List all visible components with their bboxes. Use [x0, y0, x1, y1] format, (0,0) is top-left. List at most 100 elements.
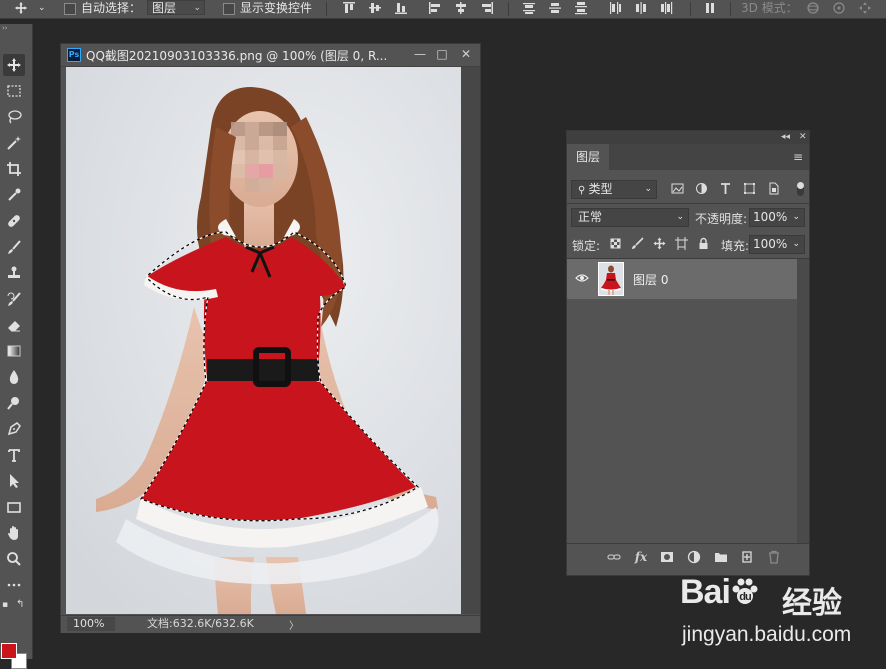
distribute-top-icon[interactable]: [522, 1, 536, 15]
zoom-tool[interactable]: [3, 548, 25, 570]
foreground-color-swatch[interactable]: [1, 643, 17, 659]
layer-thumbnail: [598, 262, 624, 296]
align-top-icon[interactable]: [342, 1, 356, 15]
fill-field[interactable]: 100% ⌄: [749, 235, 805, 254]
close-panel-icon[interactable]: ✕: [799, 131, 807, 144]
minimize-button[interactable]: —: [409, 46, 431, 62]
dodge-tool[interactable]: [3, 392, 25, 414]
eyedropper-tool[interactable]: [3, 184, 25, 206]
auto-align-icon[interactable]: [704, 1, 718, 15]
panel-collapse-icon[interactable]: ››: [2, 24, 8, 32]
lock-position-icon[interactable]: [653, 237, 666, 250]
visibility-eye-icon[interactable]: [575, 273, 589, 283]
align-left-icon[interactable]: [428, 1, 442, 15]
type-icon: [8, 449, 20, 462]
lock-all-icon[interactable]: [697, 237, 710, 250]
3d-roll-icon[interactable]: [832, 1, 846, 15]
align-bottom-icon[interactable]: [394, 1, 408, 15]
layer-style-fx-icon[interactable]: fx: [634, 550, 648, 564]
opacity-field[interactable]: 100% ⌄: [749, 208, 805, 227]
history-brush-icon: [7, 292, 21, 306]
3d-mode-label: 3D 模式：: [741, 1, 798, 15]
marquee-tool[interactable]: [3, 80, 25, 102]
new-adjustment-layer-icon[interactable]: [687, 550, 701, 564]
close-button[interactable]: ✕: [455, 46, 477, 62]
tab-layers[interactable]: 图层: [567, 144, 609, 170]
pen-tool[interactable]: [3, 418, 25, 440]
distribute-hcenter-icon[interactable]: [634, 1, 648, 15]
lock-artboard-icon[interactable]: [675, 237, 688, 250]
path-selection-tool[interactable]: [3, 470, 25, 492]
fill-label: 填充:: [721, 239, 750, 253]
zoom-level-field[interactable]: 100%: [67, 617, 115, 631]
brush-tool[interactable]: [3, 236, 25, 258]
distribute-bottom-icon[interactable]: [574, 1, 588, 15]
link-layers-icon[interactable]: [607, 550, 621, 564]
divider: [730, 2, 731, 16]
document-title: QQ截图20210903103336.png @ 100% (图层 0, R..…: [86, 49, 388, 63]
filter-type-dropdown[interactable]: ⚲ 类型 ⌄: [571, 180, 657, 199]
healing-brush-tool[interactable]: [3, 210, 25, 232]
default-colors-icon[interactable]: ▪: [2, 600, 8, 610]
distribute-right-icon[interactable]: [660, 1, 674, 15]
align-right-icon[interactable]: [480, 1, 494, 15]
lock-transparent-pixels-icon[interactable]: [609, 237, 622, 250]
add-mask-icon[interactable]: [660, 550, 674, 564]
document-title-bar[interactable]: Ps QQ截图20210903103336.png @ 100% (图层 0, …: [61, 44, 480, 67]
status-menu-arrow-icon[interactable]: 〉: [289, 617, 299, 632]
auto-select-dropdown[interactable]: 图层 ⌄: [147, 0, 205, 15]
gradient-tool[interactable]: [3, 340, 25, 362]
type-tool[interactable]: [3, 444, 25, 466]
align-hcenter-icon[interactable]: [454, 1, 468, 15]
more-tools[interactable]: [3, 574, 25, 596]
divider: [326, 2, 327, 16]
filter-smart-object-icon[interactable]: [767, 182, 780, 195]
auto-select-checkbox[interactable]: [64, 3, 76, 15]
stamp-icon: [8, 266, 20, 278]
distribute-left-icon[interactable]: [608, 1, 622, 15]
collapse-panel-icon[interactable]: ◂◂: [781, 131, 790, 144]
filter-type-icon[interactable]: [719, 182, 732, 195]
eraser-tool[interactable]: [3, 314, 25, 336]
swap-colors-icon[interactable]: ↰: [16, 599, 24, 610]
image-canvas[interactable]: [66, 67, 461, 614]
new-group-folder-icon[interactable]: [714, 550, 728, 564]
crop-tool[interactable]: [3, 158, 25, 180]
delete-layer-trash-icon[interactable]: [767, 550, 781, 564]
new-layer-icon[interactable]: [740, 550, 754, 564]
marquee-icon: [7, 85, 21, 97]
blend-mode-dropdown[interactable]: 正常 ⌄: [571, 208, 689, 227]
divider: [508, 2, 509, 16]
blur-tool[interactable]: [3, 366, 25, 388]
filter-toggle[interactable]: [797, 182, 804, 196]
tool-preset-arrow-icon[interactable]: ⌄: [38, 0, 46, 18]
document-vertical-scrollbar[interactable]: [461, 67, 480, 614]
move-tool-icon[interactable]: [14, 1, 28, 15]
move-tool[interactable]: [3, 54, 25, 76]
show-transform-checkbox[interactable]: [223, 3, 235, 15]
layer-name[interactable]: 图层 0: [633, 271, 668, 288]
hand-tool[interactable]: [3, 522, 25, 544]
filter-shape-icon[interactable]: [743, 182, 756, 195]
lasso-tool[interactable]: [3, 106, 25, 128]
3d-orbit-icon[interactable]: [806, 1, 820, 15]
maximize-button[interactable]: □: [431, 46, 453, 62]
magic-wand-tool[interactable]: [3, 132, 25, 154]
opacity-value: 100%: [753, 210, 788, 224]
history-brush-tool[interactable]: [3, 288, 25, 310]
layers-scrollbar[interactable]: [797, 259, 809, 543]
lock-image-pixels-icon[interactable]: [631, 237, 644, 250]
filter-adjustment-icon[interactable]: [695, 182, 708, 195]
watermark-cn: 经验: [782, 586, 842, 621]
3d-pan-icon[interactable]: [858, 1, 872, 15]
bandage-icon: [8, 215, 20, 227]
layer-row[interactable]: 图层 0: [567, 259, 797, 299]
arrow-pointer-icon: [10, 474, 19, 488]
panel-menu-icon[interactable]: ≡: [793, 150, 803, 164]
distribute-vcenter-icon[interactable]: [548, 1, 562, 15]
align-vcenter-icon[interactable]: [368, 1, 382, 15]
clone-stamp-tool[interactable]: [3, 262, 25, 284]
chevron-down-icon: ⌄: [676, 212, 684, 222]
rectangle-tool[interactable]: [3, 496, 25, 518]
filter-pixel-icon[interactable]: [671, 182, 684, 195]
